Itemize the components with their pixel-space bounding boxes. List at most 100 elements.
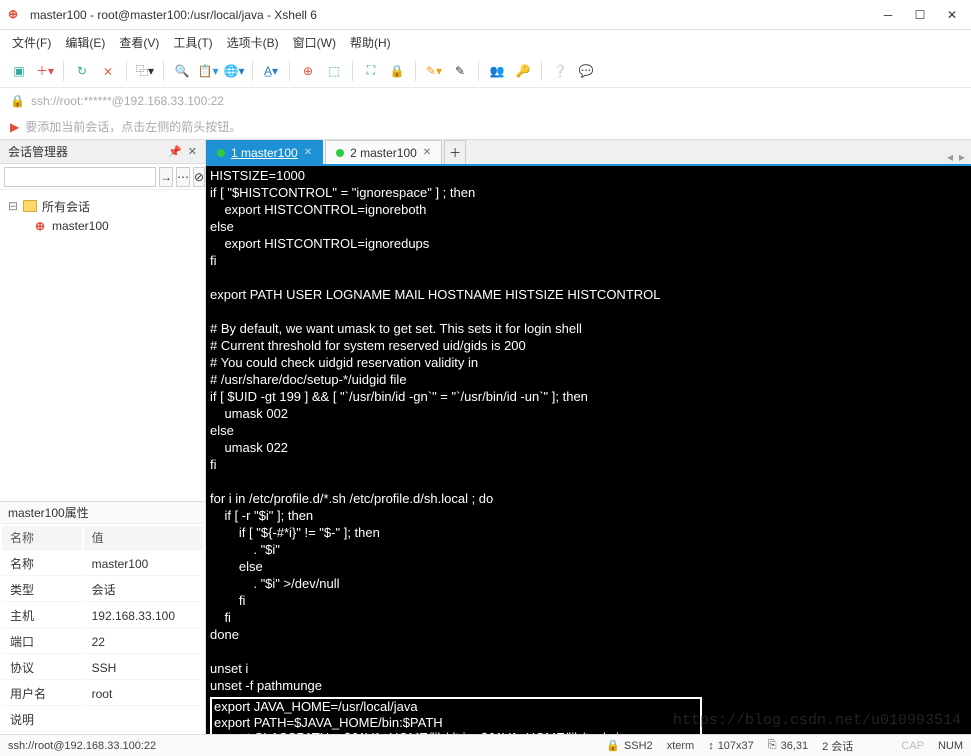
tab-label: 2 master100 [350, 146, 417, 160]
xftp-icon[interactable]: ⬚ [323, 60, 345, 82]
status-ssh: 🔒SSH2 [606, 739, 652, 752]
tab-master100-2[interactable]: 2 master100 ✕ [325, 140, 442, 164]
tree-root-all-sessions[interactable]: ⊟ 所有会话 [4, 196, 201, 216]
tab-prev-icon[interactable]: ◂ [947, 150, 953, 164]
font-icon[interactable]: A̲▾ [260, 60, 282, 82]
watermark-text: https://blog.csdn.net/u010993514 [673, 712, 961, 730]
session-search-row: → ⋯ ⊘ [0, 164, 205, 190]
main-area: 会话管理器 📌 ✕ → ⋯ ⊘ ⊟ 所有会话 ⊕ master100 maste… [0, 140, 971, 734]
tree-root-label: 所有会话 [42, 198, 90, 215]
menu-edit[interactable]: 编辑(E) [65, 34, 105, 51]
session-icon: ⊕ [32, 218, 48, 234]
panel-close-icon[interactable]: ✕ [188, 145, 197, 158]
reconnect-icon[interactable]: ↻ [71, 60, 93, 82]
tab-close-icon[interactable]: ✕ [423, 147, 431, 158]
hint-bar: ▶ 要添加当前会话，点击左侧的箭头按钮。 [0, 114, 971, 140]
hint-arrow-icon[interactable]: ▶ [10, 120, 19, 134]
lock-icon[interactable]: 🔒 [386, 60, 408, 82]
tab-add-button[interactable]: ＋ [444, 140, 466, 164]
table-row: 协议SSH [2, 656, 203, 680]
session-search-input[interactable] [4, 167, 156, 187]
fullscreen-icon[interactable]: ⛶ [360, 60, 382, 82]
tab-bar: 1 master100 ✕ 2 master100 ✕ ＋ ◂ ▸ [206, 140, 971, 166]
disconnect-icon[interactable]: ⨯ [97, 60, 119, 82]
tab-nav: ◂ ▸ [941, 150, 971, 164]
tab-status-dot-icon [336, 149, 344, 157]
menu-help[interactable]: 帮助(H) [350, 34, 391, 51]
address-bar: 🔒 ssh://root:******@192.168.33.100:22 [0, 88, 971, 114]
new-session-icon[interactable]: ▣ [8, 60, 30, 82]
status-sessions: 2 会话 [822, 738, 853, 754]
separator [163, 61, 164, 81]
expand-icon[interactable]: ⊟ [8, 199, 20, 213]
key-icon[interactable]: 🔑 [512, 60, 534, 82]
address-text[interactable]: ssh://root:******@192.168.33.100:22 [31, 94, 224, 108]
menu-file[interactable]: 文件(F) [12, 34, 51, 51]
search-icon[interactable]: 🔍 [171, 60, 193, 82]
menu-window[interactable]: 窗口(W) [293, 34, 336, 51]
paste-icon[interactable]: 📋▾ [197, 60, 219, 82]
props-header-value: 值 [84, 526, 203, 550]
search-go-icon[interactable]: → [159, 167, 173, 187]
panel-title: 会话管理器 [8, 143, 68, 160]
menubar: 文件(F) 编辑(E) 查看(V) 工具(T) 选项卡(B) 窗口(W) 帮助(… [0, 30, 971, 54]
globe-icon[interactable]: 🌐▾ [223, 60, 245, 82]
panel-pin-icon[interactable]: 📌 [168, 145, 182, 158]
window-controls: ─ ☐ ✕ [881, 8, 959, 22]
terminal-body: HISTSIZE=1000 if [ "$HISTCONTROL" = "ign… [210, 168, 661, 693]
search-filter-icon[interactable]: ⋯ [176, 167, 190, 187]
help-icon[interactable]: ❔ [549, 60, 571, 82]
separator [478, 61, 479, 81]
terminal-output[interactable]: HISTSIZE=1000 if [ "$HISTCONTROL" = "ign… [206, 166, 971, 734]
window-title: master100 - root@master100:/usr/local/ja… [30, 8, 881, 22]
close-button[interactable]: ✕ [945, 8, 959, 22]
status-cap: CAP [901, 740, 924, 752]
titlebar: ⊕ master100 - root@master100:/usr/local/… [0, 0, 971, 30]
status-cursor-pos: ⎘ 36,31 [768, 739, 808, 752]
folder-icon [22, 198, 38, 214]
tab-next-icon[interactable]: ▸ [959, 150, 965, 164]
tab-close-icon[interactable]: ✕ [304, 147, 312, 158]
highlight-icon[interactable]: ✎▾ [423, 60, 445, 82]
tab-master100-1[interactable]: 1 master100 ✕ [206, 140, 323, 164]
new-dropdown-icon[interactable]: ＋▾ [34, 60, 56, 82]
users-icon[interactable]: 👥 [486, 60, 508, 82]
hint-text: 要添加当前会话，点击左侧的箭头按钮。 [25, 118, 241, 135]
content-area: 1 master100 ✕ 2 master100 ✕ ＋ ◂ ▸ HISTSI… [206, 140, 971, 734]
tab-status-dot-icon [217, 149, 225, 157]
status-bar: ssh://root@192.168.33.100:22 🔒SSH2 xterm… [0, 734, 971, 756]
panel-header: 会话管理器 📌 ✕ [0, 140, 205, 164]
table-row: 名称master100 [2, 552, 203, 576]
tree-session-label: master100 [52, 219, 109, 233]
separator [541, 61, 542, 81]
table-row: 类型会话 [2, 578, 203, 602]
separator [352, 61, 353, 81]
menu-tools[interactable]: 工具(T) [173, 34, 212, 51]
session-properties: master100属性 名称 值 名称master100 类型会话 主机192.… [0, 501, 205, 734]
status-num: NUM [938, 740, 963, 752]
maximize-button[interactable]: ☐ [913, 8, 927, 22]
minimize-button[interactable]: ─ [881, 8, 895, 22]
menu-tabs[interactable]: 选项卡(B) [227, 34, 279, 51]
tree-session-master100[interactable]: ⊕ master100 [4, 216, 201, 236]
status-connection: ssh://root@192.168.33.100:22 [8, 740, 592, 752]
props-header-name: 名称 [2, 526, 82, 550]
chat-icon[interactable]: 💬 [575, 60, 597, 82]
table-row: 用户名root [2, 682, 203, 706]
edit-icon[interactable]: ✎ [449, 60, 471, 82]
table-row: 说明 [2, 708, 203, 732]
xshell-icon[interactable]: ⊕ [297, 60, 319, 82]
menu-view[interactable]: 查看(V) [119, 34, 159, 51]
search-clear-icon[interactable]: ⊘ [193, 167, 205, 187]
tab-label: 1 master100 [231, 146, 298, 160]
copy-icon[interactable]: ⿻▾ [134, 60, 156, 82]
properties-title: master100属性 [0, 502, 205, 524]
size-icon: ↕ [708, 740, 714, 752]
separator [415, 61, 416, 81]
separator [289, 61, 290, 81]
lock-status-icon: 🔒 [606, 739, 620, 752]
lock-small-icon: 🔒 [10, 94, 25, 108]
properties-table: 名称 值 名称master100 类型会话 主机192.168.33.100 端… [0, 524, 205, 734]
pos-icon: ⎘ [768, 739, 777, 752]
status-size: ↕ 107x37 [708, 740, 754, 752]
